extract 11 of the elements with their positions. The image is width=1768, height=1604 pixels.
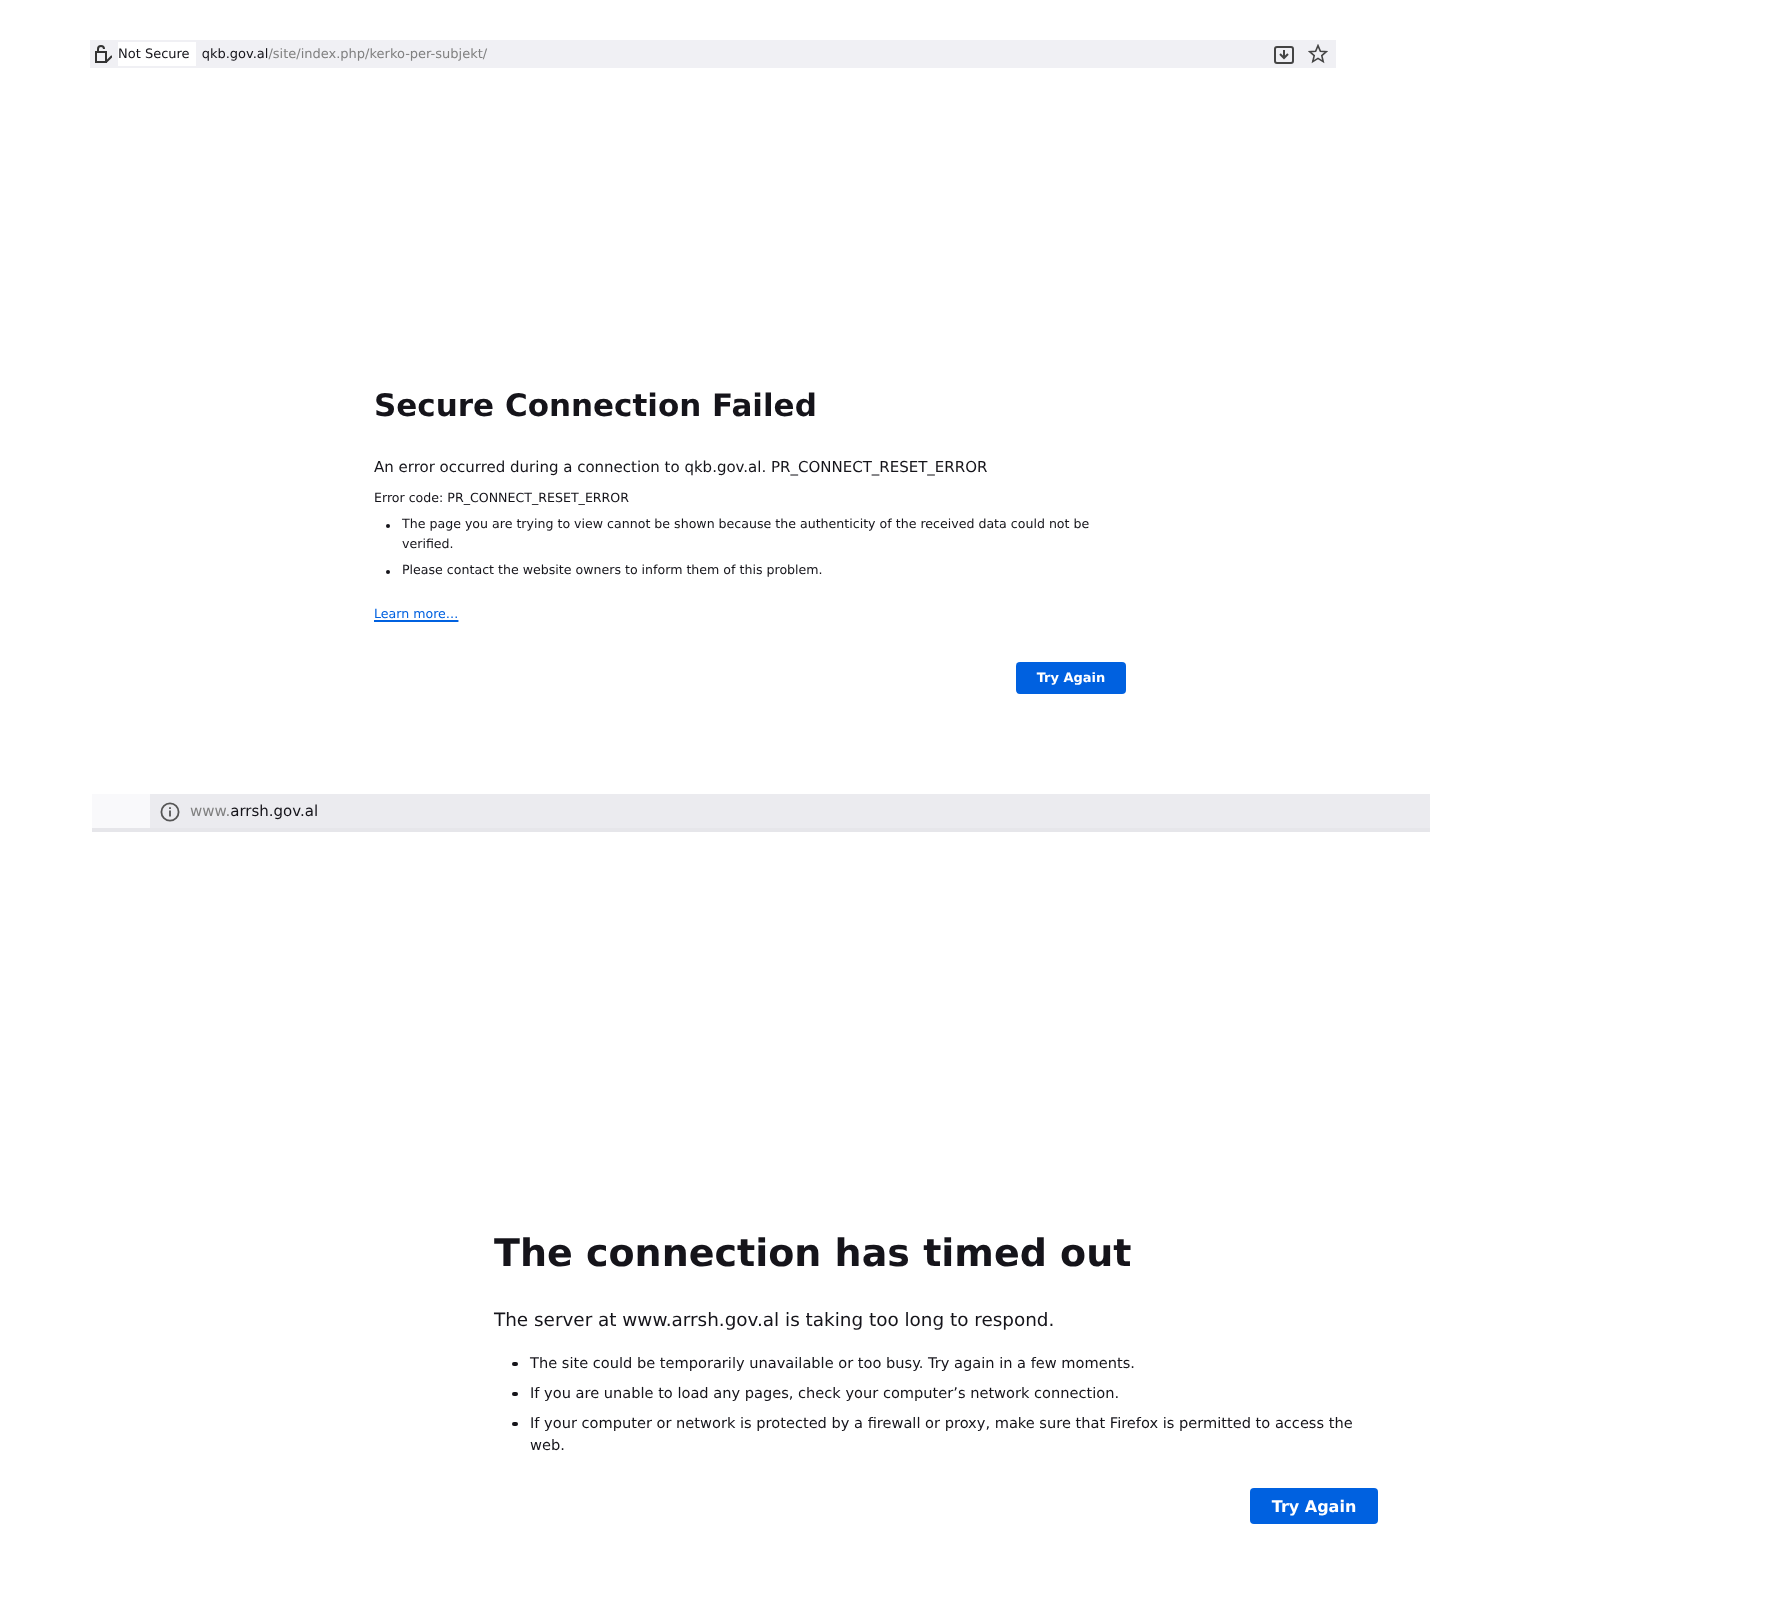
bullet-icon xyxy=(512,1391,517,1396)
error-title: Secure Connection Failed xyxy=(374,388,819,424)
try-again-button[interactable]: Try Again xyxy=(1250,1488,1378,1524)
bullet-icon xyxy=(512,1421,517,1426)
info-icon[interactable] xyxy=(160,801,180,821)
star-icon[interactable] xyxy=(1308,44,1328,64)
error-description: The server at www.arrsh.gov.al is taking too long to respond. xyxy=(494,1310,1057,1332)
error-title: The connection has timed out xyxy=(494,1232,1134,1276)
bullet-icon xyxy=(512,1361,517,1366)
reader-view-icon[interactable] xyxy=(1274,45,1294,63)
insecure-lock-icon[interactable] xyxy=(94,44,112,64)
